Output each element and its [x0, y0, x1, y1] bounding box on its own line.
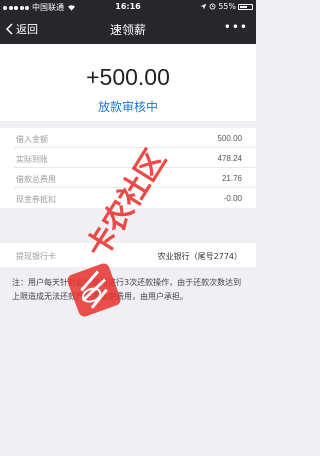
battery-icon	[238, 3, 253, 10]
bank-card-label: 提现银行卡	[16, 252, 56, 261]
detail-value: 478.24	[217, 154, 242, 163]
repayment-notice: 注：用户每天针对此账单可进行3次还款操作，由于还款次数达到上限造成无法还款产生的…	[12, 278, 242, 301]
more-options-icon[interactable]: •••	[224, 20, 248, 34]
location-icon	[200, 3, 207, 10]
detail-row-coupon-deduction: 现金券抵扣 -0.00	[0, 188, 256, 208]
navigation-bar: 返回 速领薪 •••	[0, 14, 256, 44]
detail-value: -0.00	[223, 194, 242, 203]
status-bar-right: 55%	[200, 2, 253, 11]
withdrawal-bank-card-row: 提现银行卡 农业银行（尾号2774）	[0, 243, 256, 267]
detail-row-total-fees: 借款总费用 21.76	[0, 168, 256, 188]
detail-label: 借款总费用	[16, 175, 56, 184]
bank-card-value: 农业银行（尾号2774）	[157, 252, 242, 261]
loan-amount: +500.00	[86, 64, 170, 90]
detail-row-actual-received: 实际到账 478.24	[0, 148, 256, 168]
amount-panel: +500.00 放款审核中	[0, 44, 256, 121]
detail-row-borrowed-amount: 借入金额 500.00	[0, 128, 256, 148]
detail-value: 21.76	[221, 174, 242, 183]
alarm-icon	[209, 3, 216, 10]
page-title: 速领薪	[109, 23, 146, 37]
detail-label: 现金券抵扣	[16, 195, 56, 204]
loan-details-list: 借入金额 500.00 实际到账 478.24 借款总费用 21.76 现金券抵…	[0, 128, 256, 208]
detail-label: 借入金额	[16, 135, 48, 144]
battery-percent: 55%	[218, 2, 236, 11]
detail-value: 500.00	[217, 134, 242, 143]
detail-label: 实际到账	[16, 155, 48, 164]
status-bar: 中国联通 16:16 55%	[0, 0, 256, 14]
loan-status: 放款审核中	[97, 100, 158, 114]
